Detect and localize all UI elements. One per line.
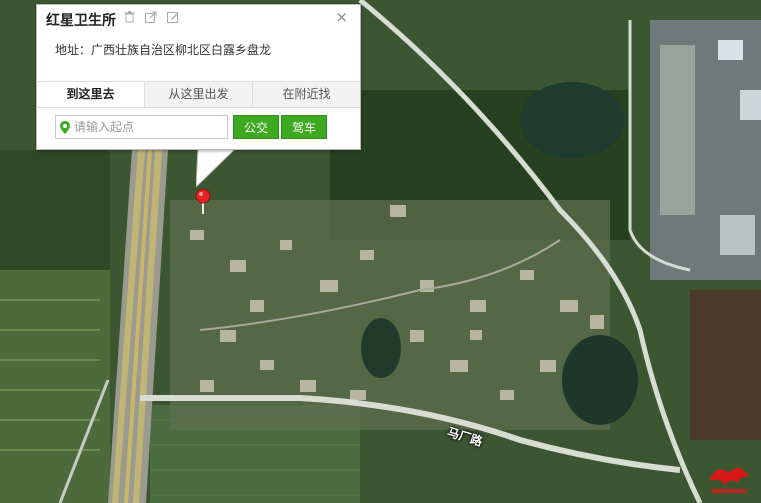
pond-top-right bbox=[520, 82, 624, 158]
forest-left bbox=[0, 150, 110, 270]
start-point-input[interactable] bbox=[74, 118, 224, 136]
poi-address: 地址：广西壮族自治区柳北区白露乡盘龙 bbox=[55, 43, 272, 57]
tab-from-here[interactable]: 从这里出发 bbox=[144, 82, 252, 107]
tab-go-here[interactable]: 到这里去 bbox=[37, 82, 144, 107]
drive-button[interactable]: 驾车 bbox=[281, 115, 327, 139]
factory-roof bbox=[718, 40, 743, 60]
popup-toolbar bbox=[123, 11, 179, 23]
bus-button[interactable]: 公交 bbox=[233, 115, 279, 139]
poi-title: 红星卫生所 bbox=[46, 13, 116, 29]
start-point-field bbox=[55, 115, 228, 139]
factory-roof-2 bbox=[740, 90, 761, 120]
route-tabs: 到这里去 从这里出发 在附近找 bbox=[37, 81, 360, 108]
factory-roof-3 bbox=[720, 215, 755, 255]
watermark-logo-icon bbox=[709, 467, 749, 493]
tab-search-nearby[interactable]: 在附近找 bbox=[252, 82, 360, 107]
share-icon[interactable] bbox=[145, 11, 157, 23]
trash-icon[interactable] bbox=[123, 11, 135, 23]
poi-info-popup: 红星卫生所 × 地址：广西壮族自治区柳北区白露乡盘龙 到这里去 从这里出发 在附… bbox=[36, 4, 361, 150]
close-icon[interactable]: × bbox=[335, 8, 348, 26]
location-pin-icon bbox=[60, 121, 70, 134]
edit-icon[interactable] bbox=[167, 11, 179, 23]
pond-village bbox=[361, 318, 401, 378]
brown-field bbox=[690, 290, 761, 440]
farmland-left bbox=[0, 270, 110, 503]
industrial-yard bbox=[660, 45, 695, 215]
popup-pointer bbox=[196, 147, 237, 187]
pond-right bbox=[562, 335, 638, 425]
